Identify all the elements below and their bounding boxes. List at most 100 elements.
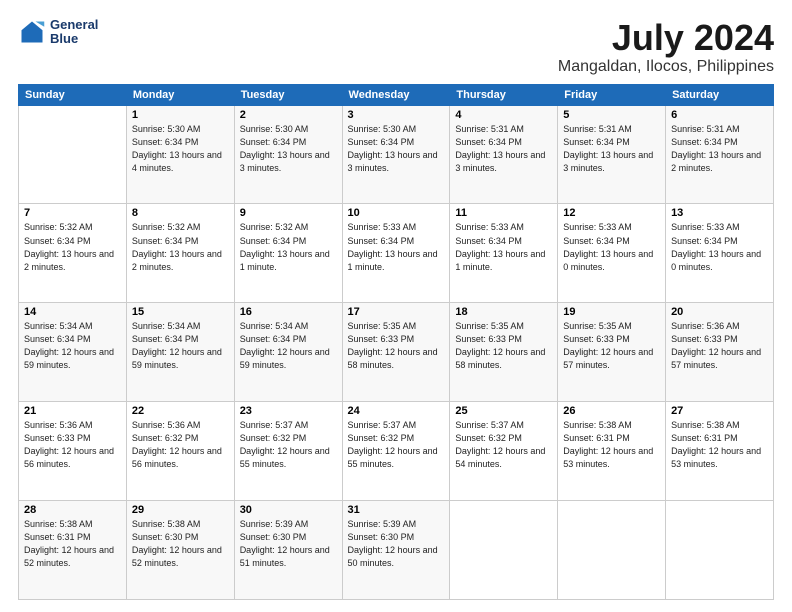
title-block: July 2024 Mangaldan, Ilocos, Philippines: [558, 18, 774, 76]
calendar-cell: 29Sunrise: 5:38 AMSunset: 6:30 PMDayligh…: [126, 501, 234, 600]
calendar-cell: 15 Sunrise: 5:34 AMSunset: 6:34 PMDayligh…: [126, 303, 234, 402]
day-number: 14: [24, 306, 121, 318]
week-row-4: 21 Sunrise: 5:36 AMSunset: 6:33 PMDayligh…: [19, 402, 774, 501]
day-info: Sunrise: 5:34 AMSunset: 6:34 PMDaylight:…: [240, 321, 330, 370]
day-info: Sunrise: 5:34 AMSunset: 6:34 PMDaylight:…: [132, 321, 222, 370]
calendar-cell: 9 Sunrise: 5:32 AMSunset: 6:34 PMDaylight…: [234, 204, 342, 303]
calendar-cell: 8 Sunrise: 5:32 AMSunset: 6:34 PMDaylight…: [126, 204, 234, 303]
calendar-cell: 17 Sunrise: 5:35 AMSunset: 6:33 PMDayligh…: [342, 303, 450, 402]
column-header-thursday: Thursday: [450, 84, 558, 105]
calendar-page: General Blue July 2024 Mangaldan, Ilocos…: [0, 0, 792, 612]
day-number: 17: [348, 306, 445, 318]
day-number: 16: [240, 306, 337, 318]
calendar-cell: 25Sunrise: 5:37 AMSunset: 6:32 PMDayligh…: [450, 402, 558, 501]
day-number: 6: [671, 109, 768, 121]
day-number: 1: [132, 109, 229, 121]
day-number: 26: [563, 405, 660, 417]
calendar-cell: 21 Sunrise: 5:36 AMSunset: 6:33 PMDayligh…: [19, 402, 127, 501]
day-number: 27: [671, 405, 768, 417]
calendar-cell: 16 Sunrise: 5:34 AMSunset: 6:34 PMDayligh…: [234, 303, 342, 402]
logo-text: General Blue: [50, 18, 98, 47]
calendar-cell: 14 Sunrise: 5:34 AMSunset: 6:34 PMDayligh…: [19, 303, 127, 402]
day-info: Sunrise: 5:36 AMSunset: 6:32 PMDaylight:…: [132, 420, 222, 469]
day-number: 20: [671, 306, 768, 318]
day-info: Sunrise: 5:38 AMSunset: 6:31 PMDaylight:…: [24, 519, 114, 568]
day-number: 31: [348, 504, 445, 516]
day-number: 9: [240, 207, 337, 219]
calendar-table: SundayMondayTuesdayWednesdayThursdayFrid…: [18, 84, 774, 600]
calendar-cell: [666, 501, 774, 600]
week-row-2: 7 Sunrise: 5:32 AMSunset: 6:34 PMDaylight…: [19, 204, 774, 303]
calendar-cell: 19Sunrise: 5:35 AMSunset: 6:33 PMDayligh…: [558, 303, 666, 402]
subtitle: Mangaldan, Ilocos, Philippines: [558, 58, 774, 76]
day-number: 4: [455, 109, 552, 121]
calendar-cell: 24Sunrise: 5:37 AMSunset: 6:32 PMDayligh…: [342, 402, 450, 501]
day-number: 5: [563, 109, 660, 121]
day-info: Sunrise: 5:36 AMSunset: 6:33 PMDaylight:…: [24, 420, 114, 469]
calendar-cell: [558, 501, 666, 600]
calendar-cell: 5 Sunrise: 5:31 AMSunset: 6:34 PMDaylight…: [558, 105, 666, 204]
day-number: 19: [563, 306, 660, 318]
week-row-1: 1 Sunrise: 5:30 AMSunset: 6:34 PMDaylight…: [19, 105, 774, 204]
day-info: Sunrise: 5:31 AMSunset: 6:34 PMDaylight:…: [563, 124, 653, 173]
calendar-cell: 12 Sunrise: 5:33 AMSunset: 6:34 PMDayligh…: [558, 204, 666, 303]
day-info: Sunrise: 5:31 AMSunset: 6:34 PMDaylight:…: [455, 124, 545, 173]
calendar-cell: 6Sunrise: 5:31 AMSunset: 6:34 PMDaylight…: [666, 105, 774, 204]
day-number: 23: [240, 405, 337, 417]
calendar-cell: 22 Sunrise: 5:36 AMSunset: 6:32 PMDayligh…: [126, 402, 234, 501]
calendar-cell: 7 Sunrise: 5:32 AMSunset: 6:34 PMDaylight…: [19, 204, 127, 303]
calendar-cell: 26 Sunrise: 5:38 AMSunset: 6:31 PMDayligh…: [558, 402, 666, 501]
column-header-monday: Monday: [126, 84, 234, 105]
day-number: 22: [132, 405, 229, 417]
day-number: 28: [24, 504, 121, 516]
day-number: 30: [240, 504, 337, 516]
day-info: Sunrise: 5:35 AMSunset: 6:33 PMDaylight:…: [348, 321, 438, 370]
day-number: 12: [563, 207, 660, 219]
day-number: 21: [24, 405, 121, 417]
day-number: 29: [132, 504, 229, 516]
day-info: Sunrise: 5:35 AMSunset: 6:33 PMDaylight:…: [455, 321, 545, 370]
column-header-sunday: Sunday: [19, 84, 127, 105]
header: General Blue July 2024 Mangaldan, Ilocos…: [18, 18, 774, 76]
day-number: 18: [455, 306, 552, 318]
day-number: 13: [671, 207, 768, 219]
day-info: Sunrise: 5:32 AMSunset: 6:34 PMDaylight:…: [240, 222, 330, 271]
day-info: Sunrise: 5:30 AMSunset: 6:34 PMDaylight:…: [132, 124, 222, 173]
column-header-friday: Friday: [558, 84, 666, 105]
logo-line2: Blue: [50, 32, 98, 46]
day-info: Sunrise: 5:37 AMSunset: 6:32 PMDaylight:…: [455, 420, 545, 469]
day-info: Sunrise: 5:32 AMSunset: 6:34 PMDaylight:…: [132, 222, 222, 271]
day-info: Sunrise: 5:38 AMSunset: 6:31 PMDaylight:…: [563, 420, 653, 469]
calendar-cell: 23 Sunrise: 5:37 AMSunset: 6:32 PMDayligh…: [234, 402, 342, 501]
day-info: Sunrise: 5:38 AMSunset: 6:31 PMDaylight:…: [671, 420, 761, 469]
day-number: 8: [132, 207, 229, 219]
calendar-cell: 10Sunrise: 5:33 AMSunset: 6:34 PMDayligh…: [342, 204, 450, 303]
day-info: Sunrise: 5:39 AMSunset: 6:30 PMDaylight:…: [240, 519, 330, 568]
day-number: 7: [24, 207, 121, 219]
column-header-wednesday: Wednesday: [342, 84, 450, 105]
day-info: Sunrise: 5:33 AMSunset: 6:34 PMDaylight:…: [348, 222, 438, 271]
calendar-cell: 11Sunrise: 5:33 AMSunset: 6:34 PMDayligh…: [450, 204, 558, 303]
calendar-cell: 20 Sunrise: 5:36 AMSunset: 6:33 PMDayligh…: [666, 303, 774, 402]
day-info: Sunrise: 5:32 AMSunset: 6:34 PMDaylight:…: [24, 222, 114, 271]
day-info: Sunrise: 5:33 AMSunset: 6:34 PMDaylight:…: [563, 222, 653, 271]
day-info: Sunrise: 5:37 AMSunset: 6:32 PMDaylight:…: [240, 420, 330, 469]
day-info: Sunrise: 5:30 AMSunset: 6:34 PMDaylight:…: [240, 124, 330, 173]
column-header-saturday: Saturday: [666, 84, 774, 105]
week-row-3: 14 Sunrise: 5:34 AMSunset: 6:34 PMDayligh…: [19, 303, 774, 402]
day-info: Sunrise: 5:39 AMSunset: 6:30 PMDaylight:…: [348, 519, 438, 568]
day-number: 15: [132, 306, 229, 318]
calendar-cell: [19, 105, 127, 204]
logo: General Blue: [18, 18, 98, 47]
calendar-cell: 18 Sunrise: 5:35 AMSunset: 6:33 PMDayligh…: [450, 303, 558, 402]
day-info: Sunrise: 5:34 AMSunset: 6:34 PMDaylight:…: [24, 321, 114, 370]
day-number: 24: [348, 405, 445, 417]
day-info: Sunrise: 5:33 AMSunset: 6:34 PMDaylight:…: [671, 222, 761, 271]
day-number: 3: [348, 109, 445, 121]
day-info: Sunrise: 5:33 AMSunset: 6:34 PMDaylight:…: [455, 222, 545, 271]
column-header-tuesday: Tuesday: [234, 84, 342, 105]
day-info: Sunrise: 5:36 AMSunset: 6:33 PMDaylight:…: [671, 321, 761, 370]
calendar-cell: 27 Sunrise: 5:38 AMSunset: 6:31 PMDayligh…: [666, 402, 774, 501]
calendar-cell: 30 Sunrise: 5:39 AMSunset: 6:30 PMDayligh…: [234, 501, 342, 600]
week-row-5: 28 Sunrise: 5:38 AMSunset: 6:31 PMDayligh…: [19, 501, 774, 600]
